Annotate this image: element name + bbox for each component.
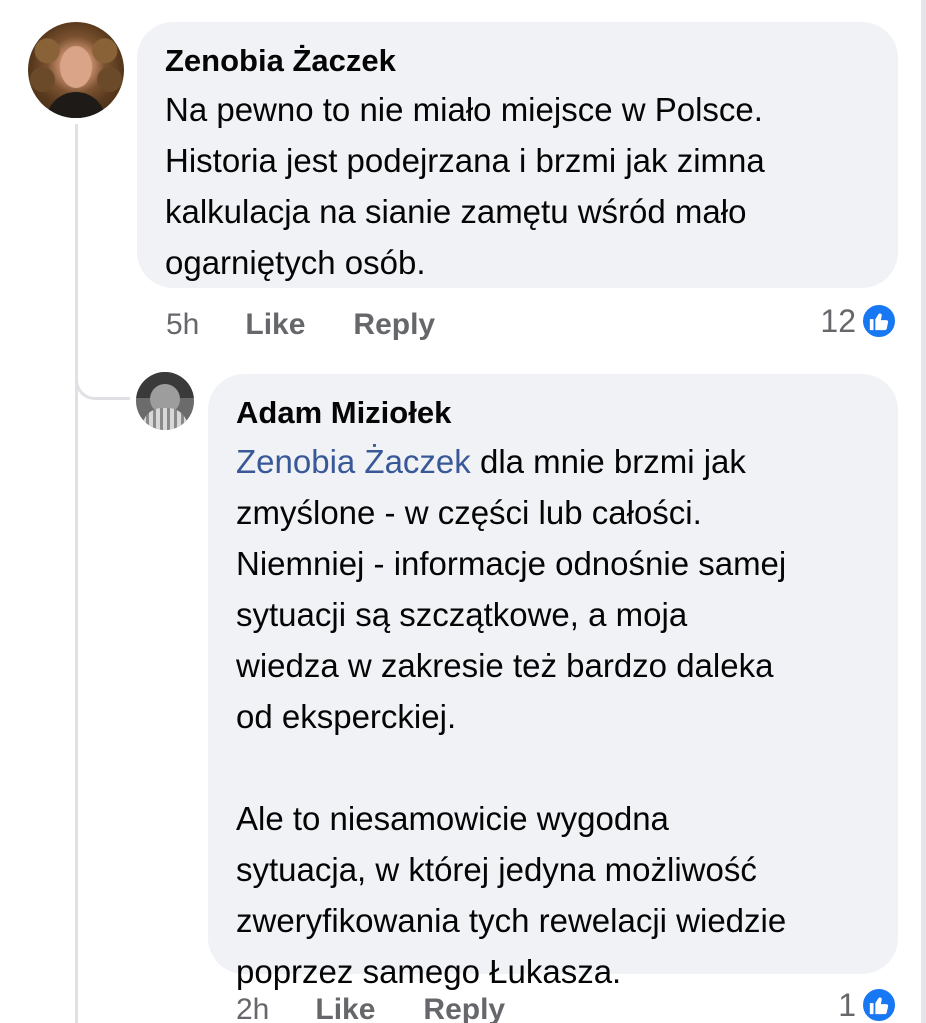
thumbs-up-icon bbox=[860, 302, 898, 340]
reaction-count: 1 bbox=[838, 986, 856, 1023]
avatar-body bbox=[142, 408, 188, 430]
comment-bubble: Zenobia Żaczek Na pewno to nie miało mie… bbox=[137, 22, 898, 288]
comment-author[interactable]: Zenobia Żaczek bbox=[165, 42, 870, 80]
like-button[interactable]: Like bbox=[315, 993, 375, 1023]
avatar-face bbox=[60, 46, 92, 88]
comment-text-body: dla mnie brzmi jak zmyślone - w części l… bbox=[236, 443, 787, 990]
reaction-summary[interactable]: 12 bbox=[820, 302, 898, 340]
comment-timestamp[interactable]: 2h bbox=[236, 993, 269, 1023]
reply-bubble: Adam Miziołek Zenobia Żaczek dla mnie br… bbox=[208, 374, 898, 990]
reply-connector bbox=[75, 330, 130, 400]
thread-line bbox=[75, 124, 78, 1023]
avatar[interactable] bbox=[136, 372, 194, 430]
comment-text: Zenobia Żaczek dla mnie brzmi jak zmyślo… bbox=[236, 436, 870, 997]
comment-timestamp[interactable]: 5h bbox=[166, 308, 199, 342]
comment-text: Na pewno to nie miało miejsce w Polsce. … bbox=[165, 91, 765, 281]
like-button[interactable]: Like bbox=[245, 308, 305, 342]
reply-button[interactable]: Reply bbox=[353, 308, 435, 342]
avatar[interactable] bbox=[28, 22, 124, 118]
reaction-count: 12 bbox=[820, 302, 856, 339]
comment-thread: Zenobia Żaczek Na pewno to nie miało mie… bbox=[0, 0, 926, 1023]
scroll-edge bbox=[921, 0, 926, 1023]
comment-actions: 2h Like Reply bbox=[236, 990, 553, 1023]
comment-actions: 5h Like Reply bbox=[166, 305, 483, 345]
reaction-summary[interactable]: 1 bbox=[838, 986, 898, 1023]
reply-button[interactable]: Reply bbox=[423, 993, 505, 1023]
mention-link[interactable]: Zenobia Żaczek bbox=[236, 443, 471, 480]
thumbs-up-icon bbox=[860, 986, 898, 1023]
comment-author[interactable]: Adam Miziołek bbox=[236, 394, 870, 432]
